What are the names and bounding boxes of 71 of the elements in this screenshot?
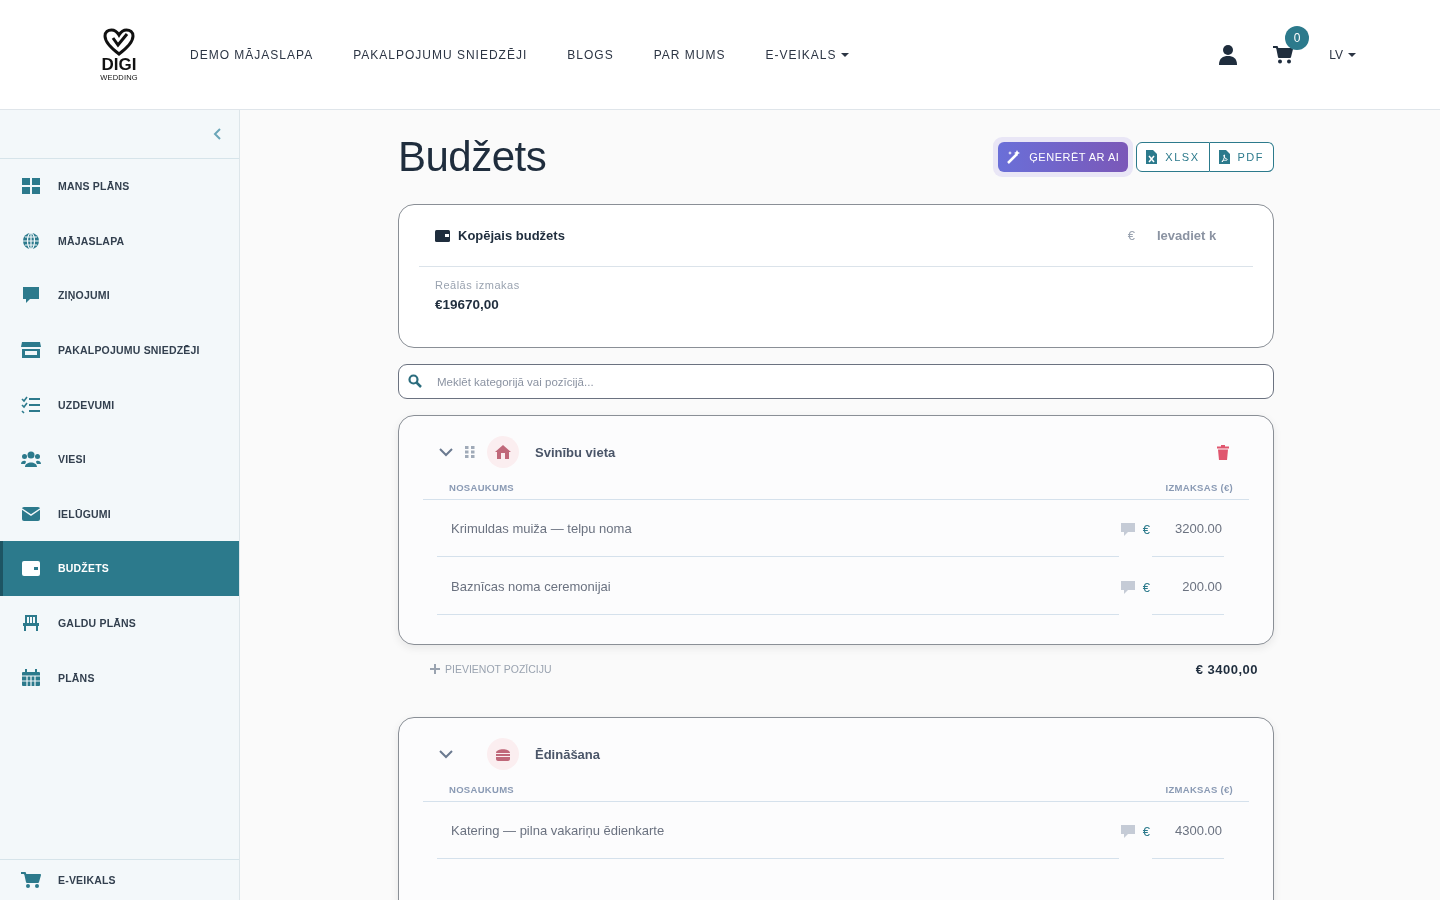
sidebar-item[interactable]: PLĀNS <box>0 650 239 705</box>
trash-icon[interactable] <box>1217 444 1229 460</box>
sidebar-item[interactable]: MĀJASLAPA <box>0 213 239 269</box>
category-name: Svinību vieta <box>535 444 616 460</box>
card-title: Kopējais budžets <box>458 228 565 243</box>
cart-count-badge: 0 <box>1285 25 1310 50</box>
generate-ai-button[interactable]: ĢENERĒT AR AI <box>998 142 1129 172</box>
cart-icon <box>21 872 41 888</box>
mail-icon <box>21 504 41 523</box>
currency-symbol: € <box>1127 228 1135 243</box>
sidebar-item[interactable]: PAKALPOJUMU SNIEDZĒJI <box>0 322 239 378</box>
amount-field[interactable]: 3200.00 <box>1152 501 1224 557</box>
wallet-icon <box>435 229 450 242</box>
column-header: IZMAKSAS (€) <box>1165 784 1233 795</box>
sidebar-item[interactable]: BUDŽETS <box>0 541 239 596</box>
nav-link[interactable]: PAKALPOJUMU SNIEDZĒJI <box>353 47 528 62</box>
users-icon <box>21 450 41 469</box>
currency-symbol: € <box>1142 579 1150 595</box>
currency-symbol: € <box>1142 521 1150 537</box>
sidebar-item[interactable]: E-VEIKALS <box>0 860 239 900</box>
globe-icon <box>21 231 41 250</box>
actual-costs-value: €19670,00 <box>435 297 500 312</box>
export-button[interactable]: PDF <box>1209 142 1274 172</box>
wallet-icon <box>21 559 41 578</box>
sidebar-item[interactable]: ZIŅOJUMI <box>0 268 239 323</box>
currency-symbol: € <box>1142 823 1150 839</box>
nav-link[interactable]: DEMO MĀJASLAPA <box>190 47 314 62</box>
actual-costs-label: Reālās izmakas <box>435 279 521 291</box>
grid-icon <box>21 177 41 196</box>
magic-wand-icon <box>1007 150 1022 164</box>
search-icon <box>408 374 422 388</box>
column-header: NOSAUKUMS <box>449 784 514 795</box>
sidebar-item[interactable]: VIESI <box>0 431 239 487</box>
nav-link[interactable]: BLOGS <box>567 47 614 62</box>
amount-field[interactable]: 200.00 <box>1152 559 1224 615</box>
tasks-icon <box>21 395 41 414</box>
pdf-file-icon <box>1218 150 1230 164</box>
language-dropdown[interactable]: LV <box>1329 47 1356 62</box>
column-header: NOSAUKUMS <box>449 482 514 493</box>
plus-icon <box>430 664 440 674</box>
search-field[interactable]: Meklēt kategorijā vai pozīcijā... <box>398 364 1274 399</box>
sidebar-item[interactable]: MANS PLĀNS <box>0 159 239 214</box>
item-name-field[interactable]: Krimuldas muiža — telpu noma <box>437 501 1119 557</box>
burger-icon <box>487 738 519 770</box>
chevron-down-icon[interactable] <box>439 749 453 759</box>
sidebar-item[interactable]: UZDEVUMI <box>0 377 239 432</box>
sidebar-item[interactable]: GALDU PLĀNS <box>0 595 239 651</box>
drag-handle-icon[interactable] <box>465 446 475 458</box>
logo-brand: DIGI <box>101 55 137 73</box>
category-total: € 3400,00 <box>1195 661 1258 677</box>
nav-link[interactable]: E-VEIKALS <box>765 47 850 62</box>
store-icon <box>21 341 41 360</box>
item-name-field[interactable]: Baznīcas noma ceremonijai <box>437 559 1119 615</box>
cart-icon[interactable] <box>1273 45 1294 64</box>
house-icon <box>487 436 519 468</box>
category-name: Ēdināšana <box>535 746 601 762</box>
nav-link[interactable]: PAR MUMS <box>653 47 726 62</box>
chevron-left-icon[interactable] <box>213 128 221 140</box>
excel-file-icon <box>1146 150 1158 164</box>
sidebar-item[interactable]: IELŪGUMI <box>0 486 239 542</box>
amount-field[interactable]: 4300.00 <box>1152 803 1224 859</box>
chair-icon <box>21 614 41 633</box>
chat-icon <box>21 286 41 305</box>
export-button[interactable]: XLSX <box>1136 142 1210 172</box>
user-icon[interactable] <box>1219 44 1238 65</box>
column-header: IZMAKSAS (€) <box>1165 482 1233 493</box>
item-name-field[interactable]: Katering — pilna vakariņu ēdienkarte <box>437 803 1119 859</box>
chevron-down-icon[interactable] <box>439 447 453 457</box>
heart-logo-icon <box>103 27 135 56</box>
calendar-icon <box>21 668 41 687</box>
page-title: Budžets <box>398 133 547 181</box>
